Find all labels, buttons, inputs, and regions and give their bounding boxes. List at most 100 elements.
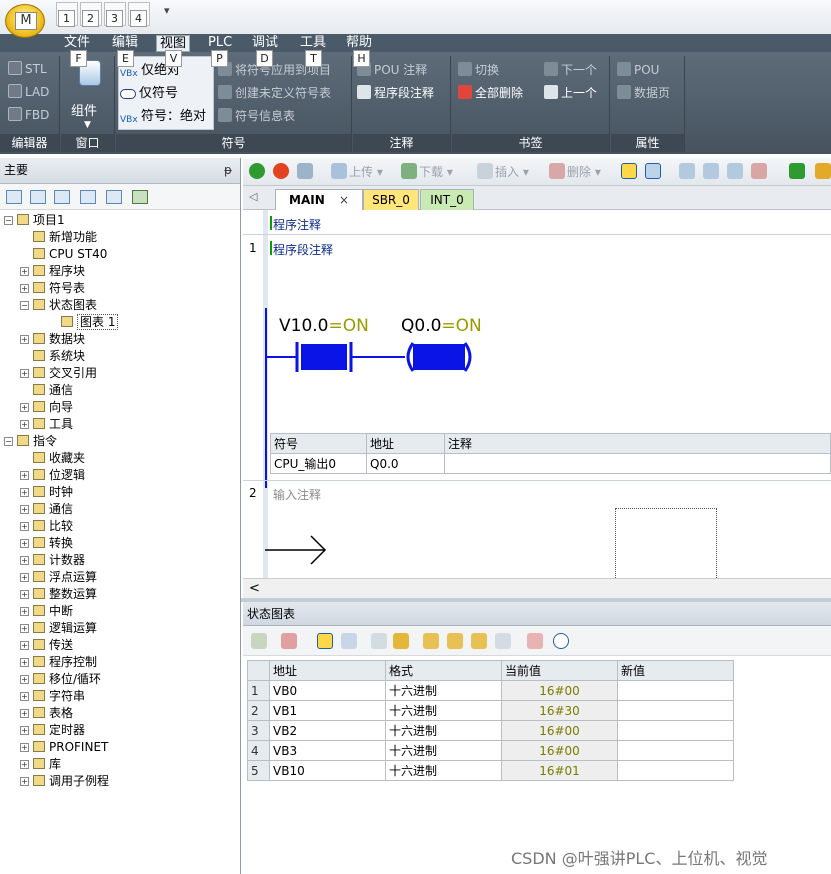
toolbar-icon-c[interactable] bbox=[727, 162, 745, 182]
symbol-info-table-button[interactable]: 符号信息表 bbox=[218, 106, 295, 126]
expand-icon[interactable]: + bbox=[20, 284, 29, 293]
expand-icon[interactable]: + bbox=[20, 267, 29, 276]
expand-icon[interactable]: + bbox=[20, 607, 29, 616]
tree-node[interactable]: + 整数运算 bbox=[20, 586, 97, 603]
expand-icon[interactable]: + bbox=[20, 658, 29, 667]
collapse-icon[interactable]: − bbox=[4, 437, 13, 446]
tree-node[interactable]: + 程序控制 bbox=[20, 654, 97, 671]
network-1-rung[interactable] bbox=[265, 340, 485, 374]
components-button[interactable]: 组件 ▼ bbox=[69, 58, 109, 130]
tree-node[interactable]: 通信 bbox=[20, 382, 73, 399]
pause-icon[interactable] bbox=[341, 633, 357, 649]
close-tab-icon[interactable]: × bbox=[339, 193, 349, 207]
quick-access-customize-icon[interactable]: ▾ bbox=[164, 4, 170, 17]
expand-icon[interactable]: + bbox=[20, 539, 29, 548]
download-button[interactable]: 下载 ▾ bbox=[401, 162, 453, 182]
collapse-icon[interactable]: − bbox=[20, 301, 29, 310]
expand-icon[interactable]: + bbox=[20, 335, 29, 344]
next-bookmark-button[interactable]: 下一个 bbox=[544, 60, 597, 80]
tree-node[interactable]: + 位逻辑 bbox=[20, 467, 85, 484]
nav-view-icon-2[interactable] bbox=[30, 190, 46, 204]
toggle-bookmark-button[interactable]: 切换 bbox=[458, 60, 499, 80]
pou-property-button[interactable]: POU bbox=[617, 60, 659, 80]
collapse-icon[interactable]: − bbox=[4, 216, 13, 225]
address-cell[interactable]: VB0 bbox=[269, 680, 386, 701]
table-row[interactable]: CPU_输出0 Q0.0 bbox=[270, 453, 831, 474]
expand-icon[interactable]: + bbox=[20, 522, 29, 531]
tree-node[interactable]: + 传送 bbox=[20, 637, 73, 654]
new-value-cell[interactable] bbox=[617, 700, 734, 721]
toolbar-icon-e[interactable] bbox=[789, 162, 807, 182]
tree-node[interactable]: + 转换 bbox=[20, 535, 73, 552]
tree-node[interactable]: + PROFINET bbox=[20, 739, 108, 756]
application-button[interactable]: M bbox=[5, 4, 45, 38]
tree-node[interactable]: + 计数器 bbox=[20, 552, 85, 569]
expand-icon[interactable]: + bbox=[20, 709, 29, 718]
pane-splitter[interactable] bbox=[241, 598, 831, 602]
toolbar-icon-d[interactable] bbox=[751, 162, 769, 182]
format-cell[interactable]: 十六进制 bbox=[385, 680, 502, 701]
expand-icon[interactable]: + bbox=[20, 692, 29, 701]
status-pause-button[interactable] bbox=[645, 162, 663, 182]
new-value-cell[interactable] bbox=[617, 740, 734, 761]
tree-node[interactable]: + 调用子例程 bbox=[20, 773, 109, 790]
trend-view-icon[interactable] bbox=[527, 633, 543, 649]
expand-icon[interactable]: + bbox=[20, 624, 29, 633]
write-icon[interactable] bbox=[371, 633, 387, 649]
comment-cell[interactable] bbox=[444, 453, 831, 474]
force-icon[interactable] bbox=[423, 633, 439, 649]
nav-view-icon-3[interactable] bbox=[54, 190, 70, 204]
network-comment-button[interactable]: 程序段注释 bbox=[357, 83, 434, 103]
tree-node[interactable]: + 逻辑运算 bbox=[20, 620, 97, 637]
expand-icon[interactable]: + bbox=[20, 726, 29, 735]
data-page-button[interactable]: 数据页 bbox=[617, 83, 670, 103]
expand-icon[interactable]: + bbox=[20, 420, 29, 429]
expand-icon[interactable]: + bbox=[20, 369, 29, 378]
expand-icon[interactable]: + bbox=[20, 641, 29, 650]
expand-icon[interactable]: + bbox=[20, 743, 29, 752]
nav-view-icon-1[interactable] bbox=[6, 190, 22, 204]
tree-node[interactable]: + 比较 bbox=[20, 518, 73, 535]
tree-node[interactable]: 收藏夹 bbox=[20, 450, 85, 467]
tree-node[interactable]: + 工具 bbox=[20, 416, 73, 433]
address-cell[interactable]: VB2 bbox=[269, 720, 386, 741]
run-button[interactable] bbox=[249, 162, 267, 182]
new-value-cell[interactable] bbox=[617, 760, 734, 781]
unforce-all-icon[interactable] bbox=[471, 633, 487, 649]
editor-fbd-button[interactable]: FBD bbox=[8, 105, 49, 125]
expand-icon[interactable]: + bbox=[20, 505, 29, 514]
toolbar-icon-a[interactable] bbox=[679, 162, 697, 182]
new-value-cell[interactable] bbox=[617, 680, 734, 701]
format-cell[interactable]: 十六进制 bbox=[385, 700, 502, 721]
network-2-rung[interactable] bbox=[265, 530, 335, 570]
table-row[interactable]: 3 VB2 十六进制 16#00 bbox=[247, 720, 734, 741]
ladder-editor-body[interactable]: 程序注释 1 程序段注释 V10.0=ON Q0.0=ON 符号 地址 注释 C… bbox=[243, 210, 831, 592]
table-row[interactable]: 2 VB1 十六进制 16#30 bbox=[247, 700, 734, 721]
tree-node[interactable]: 系统块 bbox=[20, 348, 85, 365]
format-cell[interactable]: 十六进制 bbox=[385, 740, 502, 761]
tab-sbr0[interactable]: SBR_0 bbox=[363, 189, 419, 210]
tree-node[interactable]: − 指令 bbox=[4, 433, 57, 450]
tree-node[interactable]: + 库 bbox=[20, 756, 61, 773]
stop-button[interactable] bbox=[273, 162, 291, 182]
upload-button[interactable]: 上传 ▾ bbox=[331, 162, 383, 182]
expand-icon[interactable]: + bbox=[20, 488, 29, 497]
tree-node[interactable]: + 定时器 bbox=[20, 722, 85, 739]
network-1-comment[interactable]: 程序段注释 bbox=[273, 241, 333, 258]
insert-button[interactable]: 插入 ▾ bbox=[477, 162, 529, 182]
address-cell[interactable]: VB10 bbox=[269, 760, 386, 781]
delete-row-icon[interactable] bbox=[281, 633, 297, 649]
delete-all-bookmarks-button[interactable]: 全部删除 bbox=[458, 83, 523, 103]
editor-lad-button[interactable]: LAD bbox=[8, 82, 49, 102]
table-row[interactable]: 1 VB0 十六进制 16#00 bbox=[247, 680, 734, 701]
tree-node[interactable]: − 项目1 bbox=[4, 212, 65, 229]
address-cell[interactable]: VB1 bbox=[269, 700, 386, 721]
tree-node[interactable]: − 状态图表 bbox=[20, 297, 97, 314]
tree-node[interactable]: + 浮点运算 bbox=[20, 569, 97, 586]
expand-icon[interactable]: + bbox=[20, 675, 29, 684]
tab-scroll-left-icon[interactable]: ◁ bbox=[249, 190, 257, 203]
tree-node[interactable]: + 程序块 bbox=[20, 263, 85, 280]
expand-icon[interactable]: + bbox=[20, 590, 29, 599]
tree-node[interactable]: + 中断 bbox=[20, 603, 73, 620]
address-cell[interactable]: Q0.0 bbox=[366, 453, 445, 474]
